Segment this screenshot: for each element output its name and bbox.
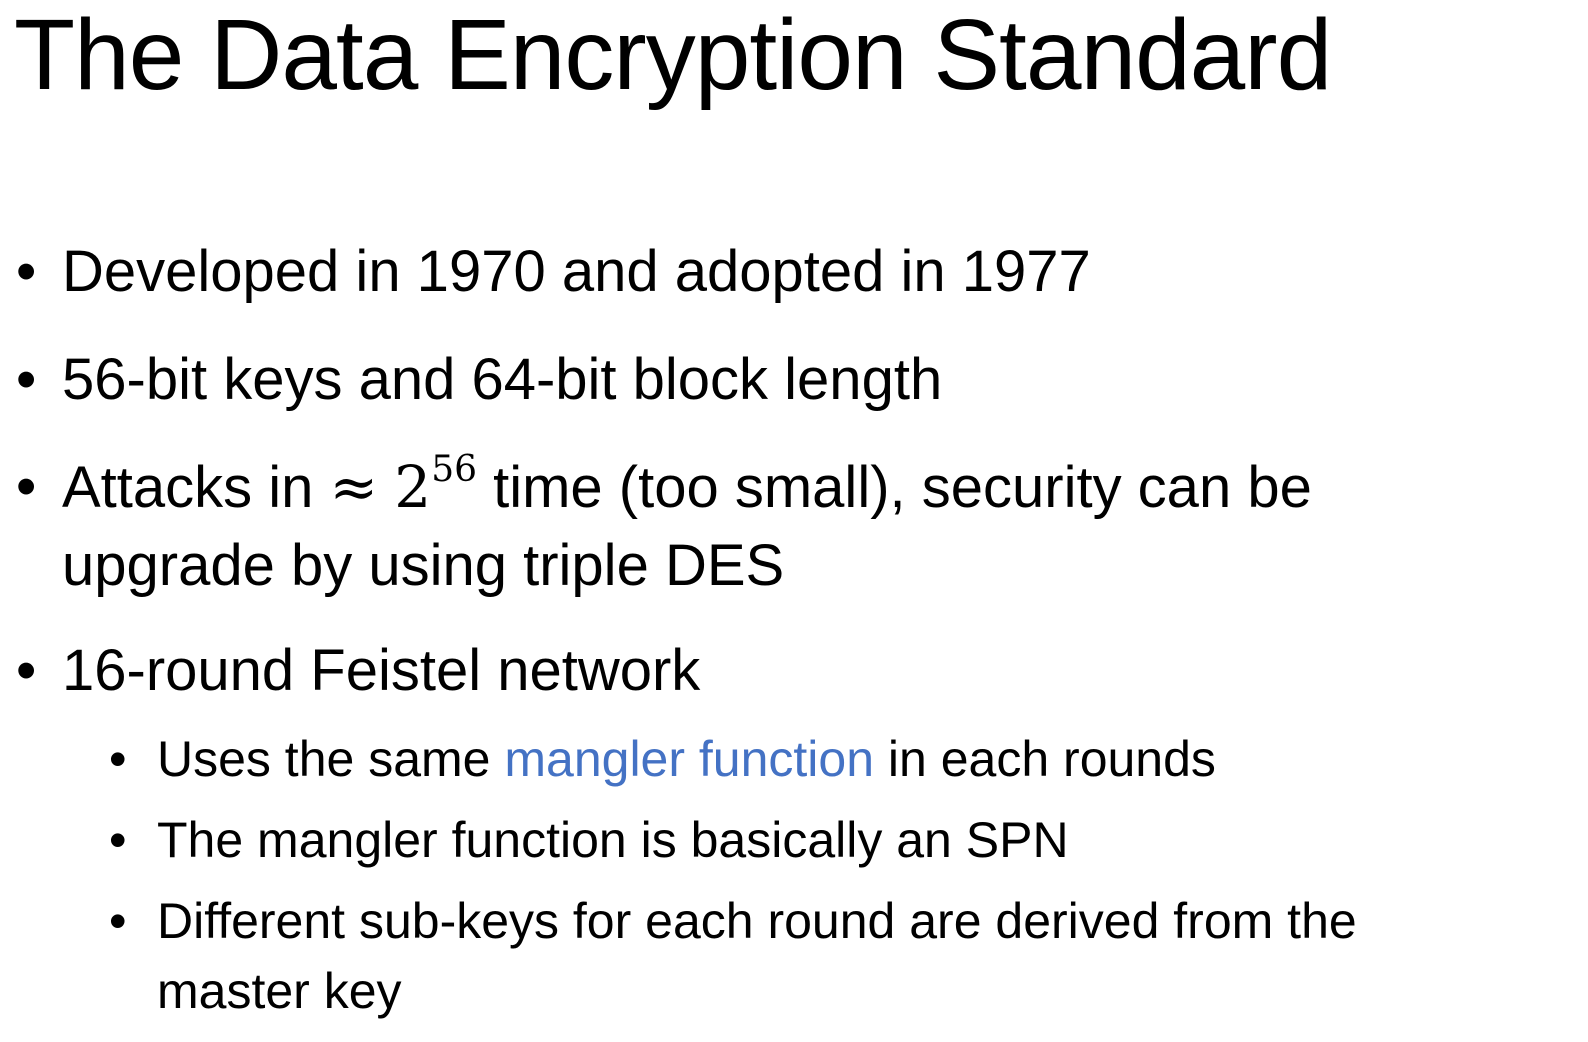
bullet-item: • Attacks in ≈ 256 time (too small), sec… (16, 449, 1312, 526)
highlighted-term: mangler function (504, 731, 875, 787)
approx-symbol: ≈ (329, 453, 379, 521)
bullet-text-prefix: Attacks in (62, 455, 330, 520)
sub-bullet-item: • Different sub-keys for each round are … (109, 888, 1357, 954)
bullet-text: Developed in 1970 and adopted in 1977 (62, 239, 1091, 304)
sub-bullet-text-prefix: Uses the same (157, 731, 505, 787)
sub-bullet-dot: • (109, 812, 127, 868)
bullet-item: • 16-round Feistel network (16, 633, 701, 709)
math-exponent: 56 (431, 449, 477, 490)
bullet-text: 56-bit keys and 64-bit block length (62, 347, 943, 412)
slide-title: The Data Encryption Standard (14, 0, 1332, 111)
bullet-dot: • (16, 454, 37, 519)
bullet-text: 16-round Feistel network (62, 638, 701, 703)
sub-bullet-text: master key (157, 963, 402, 1019)
bullet-dot: • (16, 638, 37, 703)
sub-bullet-dot: • (109, 731, 127, 787)
slide: The Data Encryption Standard • Developed… (0, 0, 1588, 1042)
sub-bullet-continuation: master key (157, 958, 402, 1024)
sub-bullet-item: • The mangler function is basically an S… (109, 807, 1069, 873)
bullet-item: • 56-bit keys and 64-bit block length (16, 342, 943, 418)
sub-bullet-text: Different sub-keys for each round are de… (157, 893, 1357, 949)
bullet-dot: • (16, 239, 37, 304)
sub-bullet-item: • Uses the same mangler function in each… (109, 726, 1216, 792)
bullet-dot: • (16, 347, 37, 412)
bullet-text: upgrade by using triple DES (62, 533, 785, 598)
math-base: 2 (394, 453, 432, 521)
sub-bullet-text: The mangler function is basically an SPN (157, 812, 1069, 868)
bullet-continuation: upgrade by using triple DES (62, 528, 784, 604)
bullet-item: • Developed in 1970 and adopted in 1977 (16, 234, 1091, 310)
sub-bullet-dot: • (109, 893, 127, 949)
sub-bullet-text-suffix: in each rounds (874, 731, 1216, 787)
bullet-text-suffix: time (too small), security can be (477, 455, 1312, 520)
